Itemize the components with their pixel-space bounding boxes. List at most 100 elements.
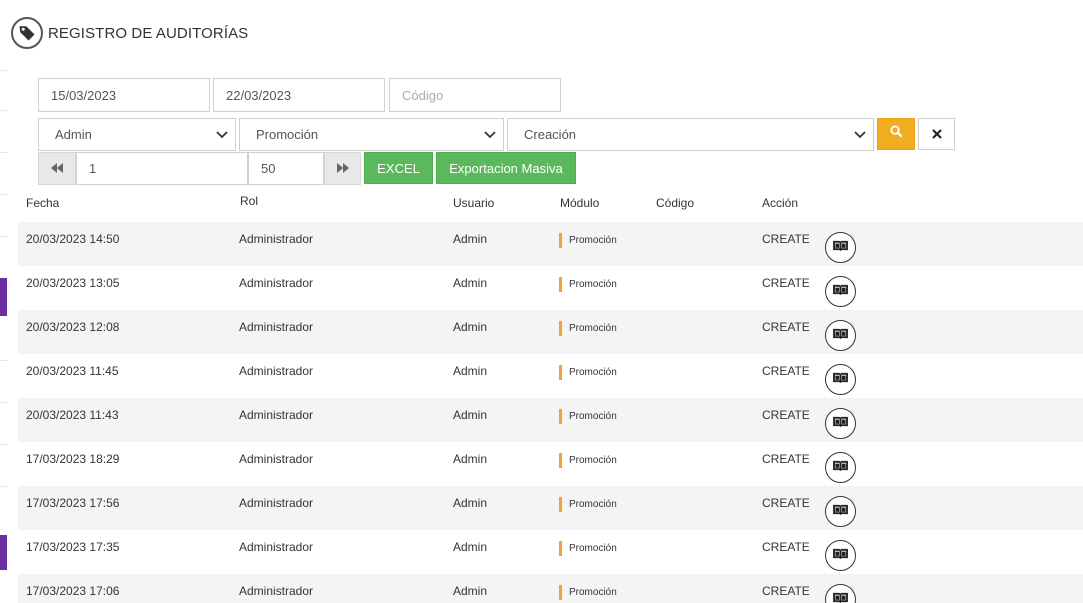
column-header-user[interactable]: Usuario (453, 196, 494, 210)
module-tag: Promoción (559, 585, 617, 600)
page-header: REGISTRO DE AUDITORÍAS (11, 17, 248, 49)
cell-role: Administrador (239, 320, 314, 334)
cell-action: CREATE (762, 364, 810, 378)
book-icon (832, 415, 849, 433)
module-tag: Promoción (559, 321, 617, 336)
column-header-module[interactable]: Módulo (560, 196, 599, 210)
cell-action: CREATE (762, 540, 810, 554)
cell-action: CREATE (762, 584, 810, 598)
page-title: REGISTRO DE AUDITORÍAS (48, 24, 249, 42)
close-icon (931, 126, 942, 142)
cell-user: Admin (453, 408, 488, 422)
last-page-button[interactable] (324, 152, 361, 185)
clear-button[interactable] (918, 118, 955, 150)
book-icon (832, 283, 849, 301)
date-from-input[interactable]: 15/03/2023 (38, 78, 210, 112)
cell-user: Admin (453, 320, 488, 334)
cell-date: 17/03/2023 17:35 (26, 540, 120, 554)
code-input[interactable]: Código (389, 78, 561, 112)
cell-action: CREATE (762, 276, 810, 290)
module-select-value: Promoción (256, 127, 319, 142)
chevron-down-icon (853, 128, 867, 142)
cell-date: 20/03/2023 12:08 (26, 320, 120, 334)
cell-action: CREATE (762, 408, 810, 422)
sidebar-divider (0, 152, 7, 153)
book-icon (832, 503, 849, 521)
view-detail-button[interactable] (825, 320, 856, 351)
table-row: 20/03/2023 12:08 Administrador Admin CREATE… (18, 310, 1083, 354)
cell-action: CREATE (762, 452, 810, 466)
book-icon (832, 371, 849, 389)
user-select-value: Admin (55, 127, 92, 142)
column-header-action[interactable]: Acción (762, 196, 798, 210)
column-header-code[interactable]: Código (656, 196, 694, 210)
double-chevron-right-icon (336, 160, 349, 178)
book-icon (832, 547, 849, 565)
view-detail-button[interactable] (825, 232, 856, 263)
chevron-down-icon (483, 128, 497, 142)
page-input[interactable]: 1 (76, 152, 248, 185)
sidebar-divider (0, 194, 7, 195)
table-row: 17/03/2023 17:06 Administrador Admin CREATE… (18, 574, 1083, 603)
table-row: 20/03/2023 13:05 Administrador Admin CREATE… (18, 266, 1083, 310)
action-select[interactable]: Creación (507, 118, 874, 151)
book-icon (832, 327, 849, 345)
cell-date: 20/03/2023 14:50 (26, 232, 120, 246)
user-select[interactable]: Admin (38, 118, 236, 151)
module-tag: Promoción (559, 365, 617, 380)
cell-user: Admin (453, 276, 488, 290)
view-detail-button[interactable] (825, 496, 856, 527)
cell-user: Admin (453, 364, 488, 378)
sidebar-divider (0, 402, 7, 403)
cell-user: Admin (453, 452, 488, 466)
search-icon (889, 125, 903, 143)
module-select[interactable]: Promoción (239, 118, 504, 151)
cell-date: 20/03/2023 11:43 (26, 408, 119, 422)
sidebar-active-indicator[interactable] (0, 535, 7, 570)
table-row: 17/03/2023 17:35 Administrador Admin CREATE… (18, 530, 1083, 574)
cell-date: 17/03/2023 17:56 (26, 496, 120, 510)
cell-date: 17/03/2023 17:06 (26, 584, 120, 598)
action-select-value: Creación (524, 127, 577, 142)
view-detail-button[interactable] (825, 584, 856, 603)
sidebar-divider (0, 110, 7, 111)
module-tag: Promoción (559, 277, 617, 292)
cell-user: Admin (453, 496, 488, 510)
cell-role: Administrador (239, 408, 314, 422)
cell-role: Administrador (239, 232, 314, 246)
module-tag: Promoción (559, 409, 617, 424)
cell-role: Administrador (239, 540, 314, 554)
sidebar-divider (0, 236, 7, 237)
double-chevron-left-icon (51, 160, 63, 178)
cell-action: CREATE (762, 232, 810, 246)
view-detail-button[interactable] (825, 364, 856, 395)
sidebar-active-indicator[interactable] (0, 278, 7, 316)
sidebar-divider (0, 444, 7, 445)
table-row: 20/03/2023 11:45 Administrador Admin CREATE… (18, 354, 1083, 398)
page-size-input[interactable]: 50 (248, 152, 324, 185)
search-button[interactable] (877, 118, 915, 150)
table-row: 20/03/2023 14:50 Administrador Admin CREATE… (18, 222, 1083, 266)
view-detail-button[interactable] (825, 276, 856, 307)
first-page-button[interactable] (38, 152, 76, 185)
cell-role: Administrador (239, 276, 314, 290)
cell-user: Admin (453, 584, 488, 598)
book-icon (832, 591, 849, 603)
cell-user: Admin (453, 540, 488, 554)
column-header-role[interactable]: Rol (240, 194, 258, 208)
mass-export-button[interactable]: Exportacion Masiva (436, 152, 576, 184)
module-tag: Promoción (559, 233, 617, 248)
table-row: 17/03/2023 17:56 Administrador Admin CREATE… (18, 486, 1083, 530)
view-detail-button[interactable] (825, 452, 856, 483)
column-header-date[interactable]: Fecha (26, 196, 59, 210)
view-detail-button[interactable] (825, 408, 856, 439)
cell-date: 17/03/2023 18:29 (26, 452, 120, 466)
cell-role: Administrador (239, 452, 314, 466)
cell-role: Administrador (239, 364, 314, 378)
module-tag: Promoción (559, 453, 617, 468)
cell-action: CREATE (762, 496, 810, 510)
excel-button[interactable]: EXCEL (364, 152, 433, 184)
view-detail-button[interactable] (825, 540, 856, 571)
sidebar-divider (0, 486, 7, 487)
date-to-input[interactable]: 22/03/2023 (213, 78, 385, 112)
